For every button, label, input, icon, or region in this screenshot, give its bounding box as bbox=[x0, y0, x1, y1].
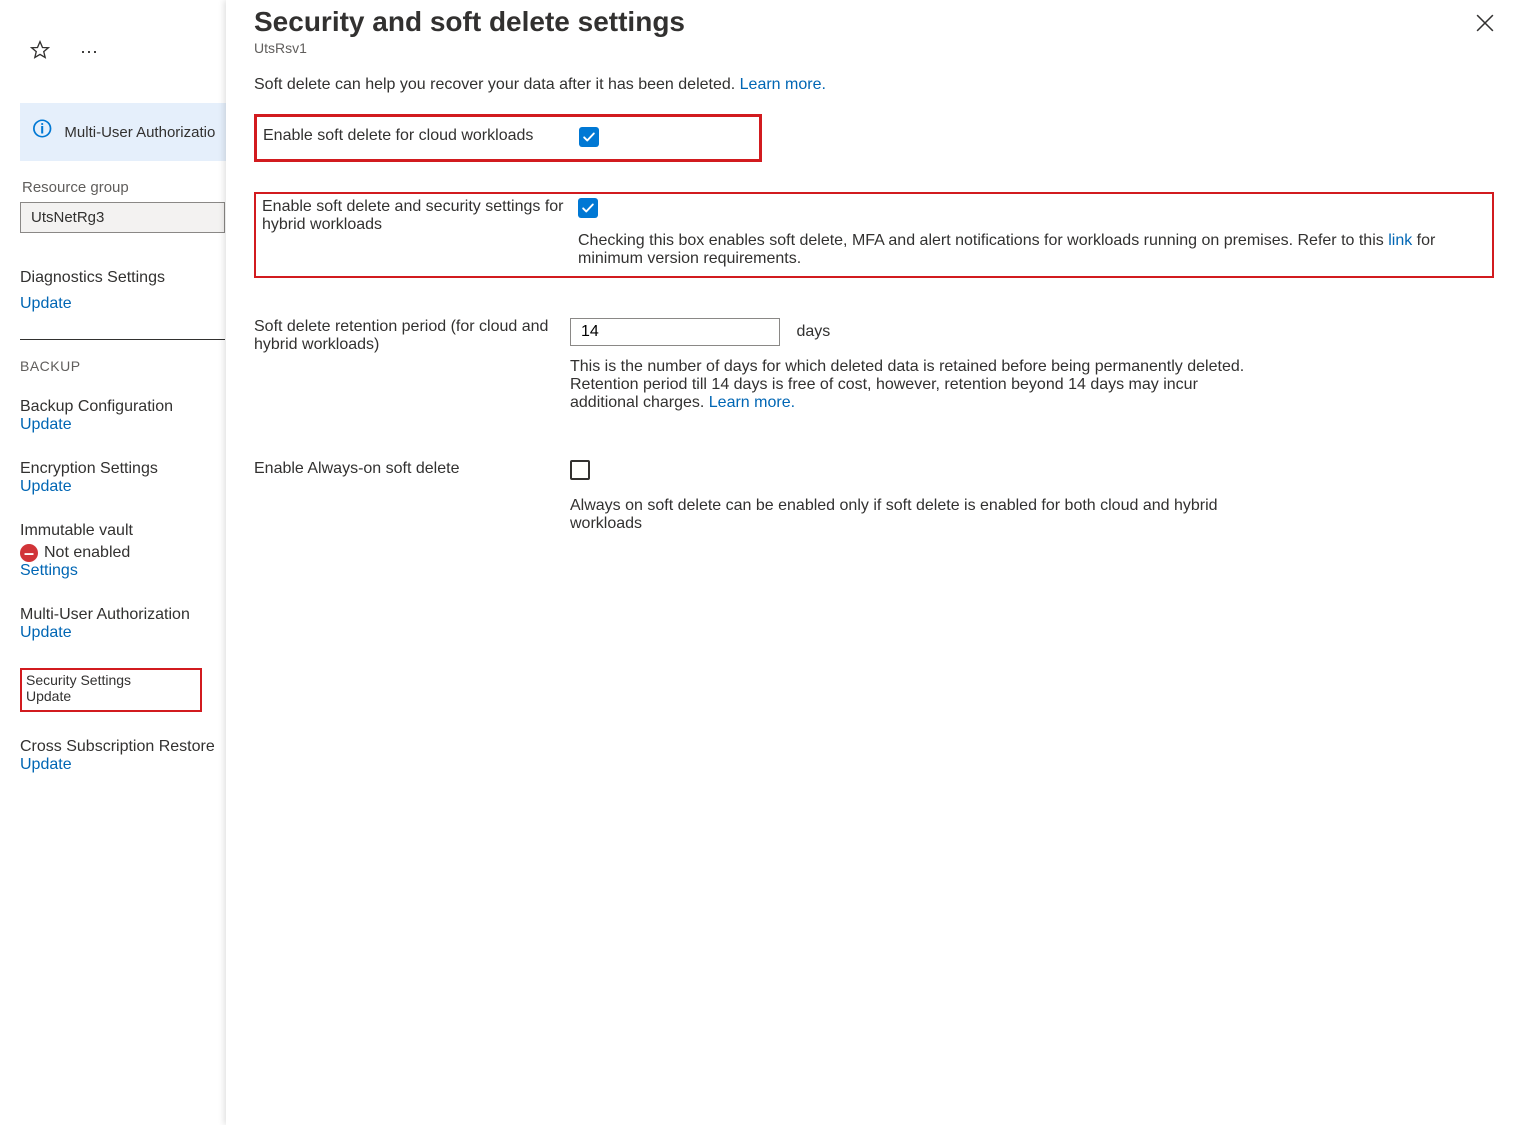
resource-group-value[interactable]: UtsNetRg3 bbox=[20, 202, 225, 233]
mua-banner-text: Multi-User Authorizatio bbox=[64, 124, 215, 141]
intro-learn-more-link[interactable]: Learn more. bbox=[740, 76, 826, 93]
retention-input[interactable] bbox=[570, 318, 780, 346]
hybrid-desc: Checking this box enables soft delete, M… bbox=[578, 232, 1486, 268]
backup-config-title: Backup Configuration bbox=[20, 398, 226, 416]
mua-update-link[interactable]: Update bbox=[20, 624, 226, 642]
immutable-vault-title: Immutable vault bbox=[20, 522, 226, 540]
always-on-checkbox[interactable] bbox=[570, 460, 590, 480]
cloud-soft-delete-row-highlight: Enable soft delete for cloud workloads bbox=[254, 114, 762, 162]
hybrid-soft-delete-row-highlight: Enable soft delete and security settings… bbox=[254, 192, 1494, 278]
cloud-soft-delete-label: Enable soft delete for cloud workloads bbox=[263, 127, 579, 147]
cross-sub-update-link[interactable]: Update bbox=[20, 756, 226, 774]
hybrid-soft-delete-label: Enable soft delete and security settings… bbox=[262, 198, 578, 268]
intro-text: Soft delete can help you recover your da… bbox=[254, 76, 1494, 94]
backup-heading: BACKUP bbox=[20, 358, 226, 374]
section-divider bbox=[20, 339, 225, 340]
mua-info-banner[interactable]: 🛈 Multi-User Authorizatio bbox=[20, 103, 226, 161]
panel-title: Security and soft delete settings bbox=[254, 6, 1494, 38]
intro-prefix: Soft delete can help you recover your da… bbox=[254, 76, 740, 93]
hybrid-desc-pre: Checking this box enables soft delete, M… bbox=[578, 232, 1388, 249]
retention-label: Soft delete retention period (for cloud … bbox=[254, 318, 570, 412]
retention-unit: days bbox=[796, 323, 830, 340]
security-update-link[interactable]: Update bbox=[26, 688, 196, 704]
always-on-desc: Always on soft delete can be enabled onl… bbox=[570, 497, 1270, 533]
cross-sub-restore-title: Cross Subscription Restore bbox=[20, 738, 226, 756]
security-settings-title: Security Settings bbox=[26, 672, 196, 688]
not-enabled-icon: – bbox=[20, 544, 38, 562]
mua-title: Multi-User Authorization bbox=[20, 606, 226, 624]
panel-subtitle: UtsRsv1 bbox=[254, 40, 1494, 56]
close-button[interactable] bbox=[1476, 14, 1494, 35]
retention-desc-pre: This is the number of days for which del… bbox=[570, 358, 1244, 411]
immutable-settings-link[interactable]: Settings bbox=[20, 562, 226, 580]
always-on-label: Enable Always-on soft delete bbox=[254, 460, 570, 533]
cloud-soft-delete-checkbox[interactable] bbox=[579, 127, 599, 147]
encryption-settings-title: Encryption Settings bbox=[20, 460, 226, 478]
favorite-star-icon[interactable] bbox=[30, 40, 50, 63]
security-settings-highlight: Security Settings Update bbox=[20, 668, 202, 712]
encryption-update-link[interactable]: Update bbox=[20, 478, 226, 496]
sidebar: ⋯ 🛈 Multi-User Authorizatio Resource gro… bbox=[0, 0, 226, 1125]
info-icon: 🛈 bbox=[32, 115, 52, 149]
resource-group-label: Resource group bbox=[22, 179, 226, 196]
retention-desc: This is the number of days for which del… bbox=[570, 358, 1270, 412]
settings-panel: Security and soft delete settings UtsRsv… bbox=[226, 0, 1516, 1125]
diagnostics-update-link[interactable]: Update bbox=[20, 295, 226, 313]
hybrid-soft-delete-checkbox[interactable] bbox=[578, 198, 598, 218]
more-ellipsis-icon[interactable]: ⋯ bbox=[80, 43, 100, 61]
diagnostics-settings-label: Diagnostics Settings bbox=[20, 269, 226, 287]
retention-learn-more-link[interactable]: Learn more. bbox=[709, 394, 795, 411]
immutable-status: Not enabled bbox=[44, 544, 130, 562]
hybrid-desc-link[interactable]: link bbox=[1388, 232, 1412, 249]
backup-config-update-link[interactable]: Update bbox=[20, 416, 226, 434]
